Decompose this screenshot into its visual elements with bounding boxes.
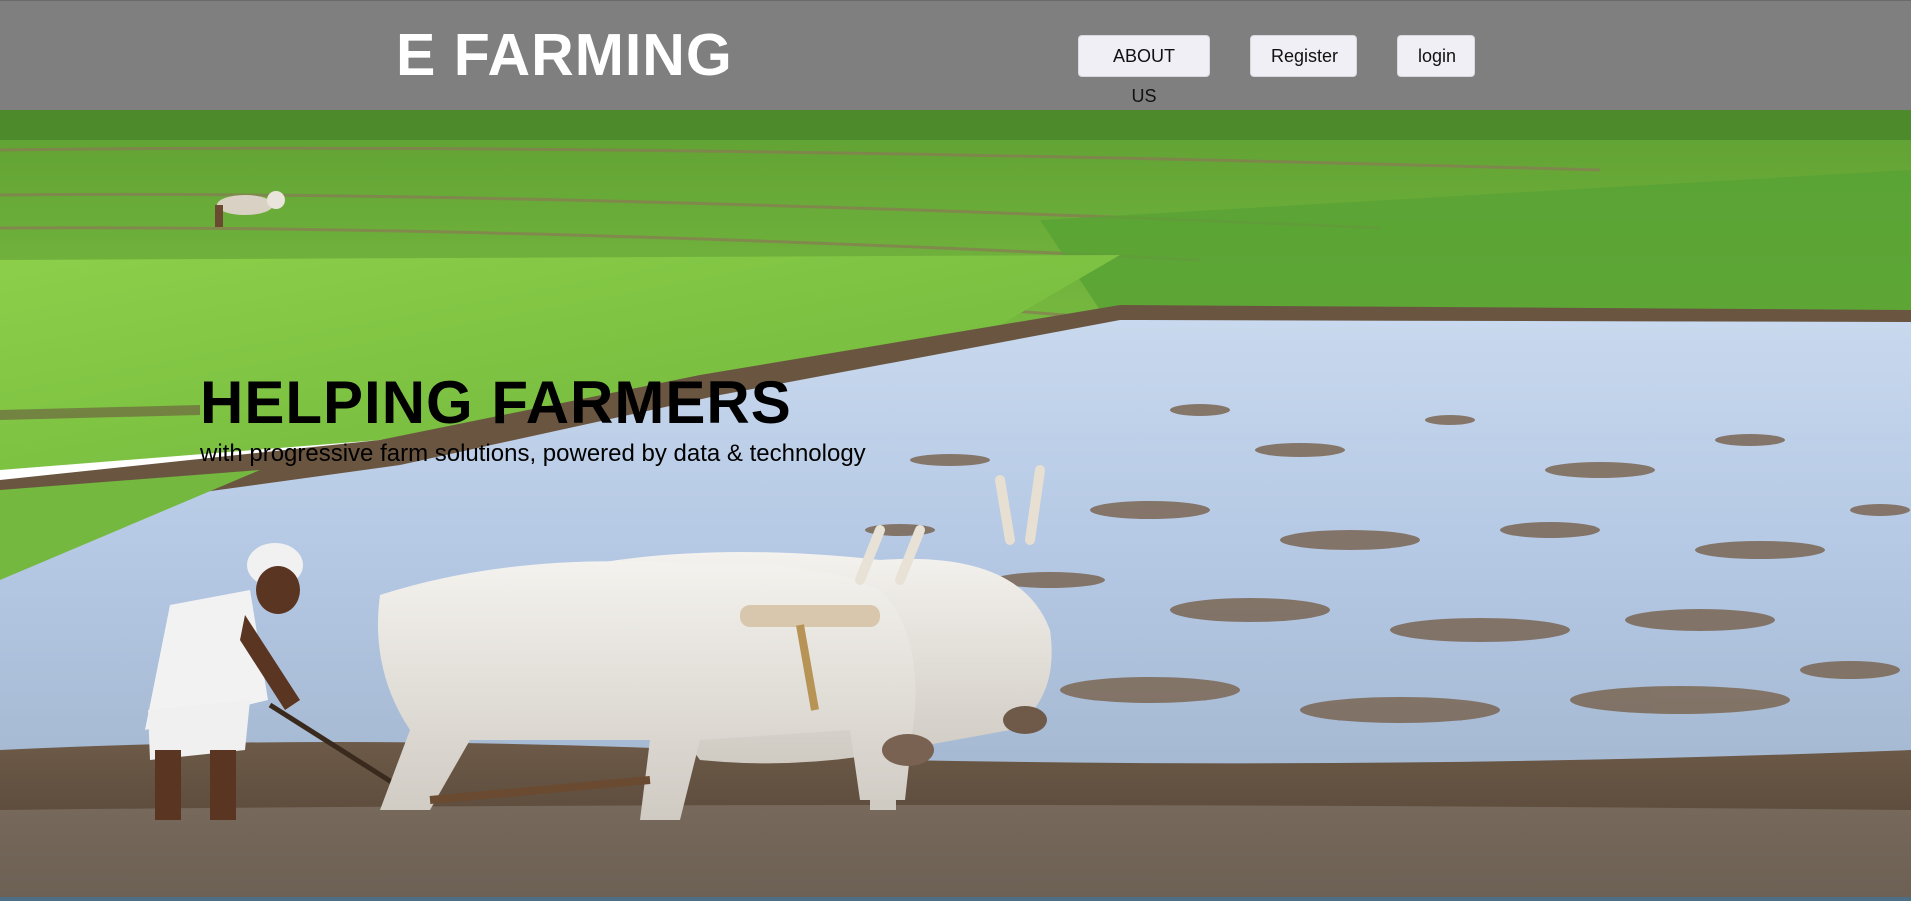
hero-background-image bbox=[0, 110, 1911, 901]
brand-title: E FARMING bbox=[396, 22, 733, 88]
register-button[interactable]: Register bbox=[1250, 35, 1357, 77]
hero-banner: HELPING FARMERS with progressive farm so… bbox=[0, 110, 1911, 901]
about-us-button[interactable]: ABOUT US bbox=[1078, 35, 1210, 106]
page: E FARMING ABOUT US Register login HELPIN… bbox=[0, 0, 1911, 901]
top-header: E FARMING ABOUT US Register login bbox=[0, 0, 1911, 110]
login-button[interactable]: login bbox=[1397, 35, 1475, 77]
hero-subheadline: with progressive farm solutions, powered… bbox=[200, 440, 866, 467]
bottom-divider bbox=[0, 897, 1911, 901]
hero-headline: HELPING FARMERS bbox=[200, 369, 792, 436]
